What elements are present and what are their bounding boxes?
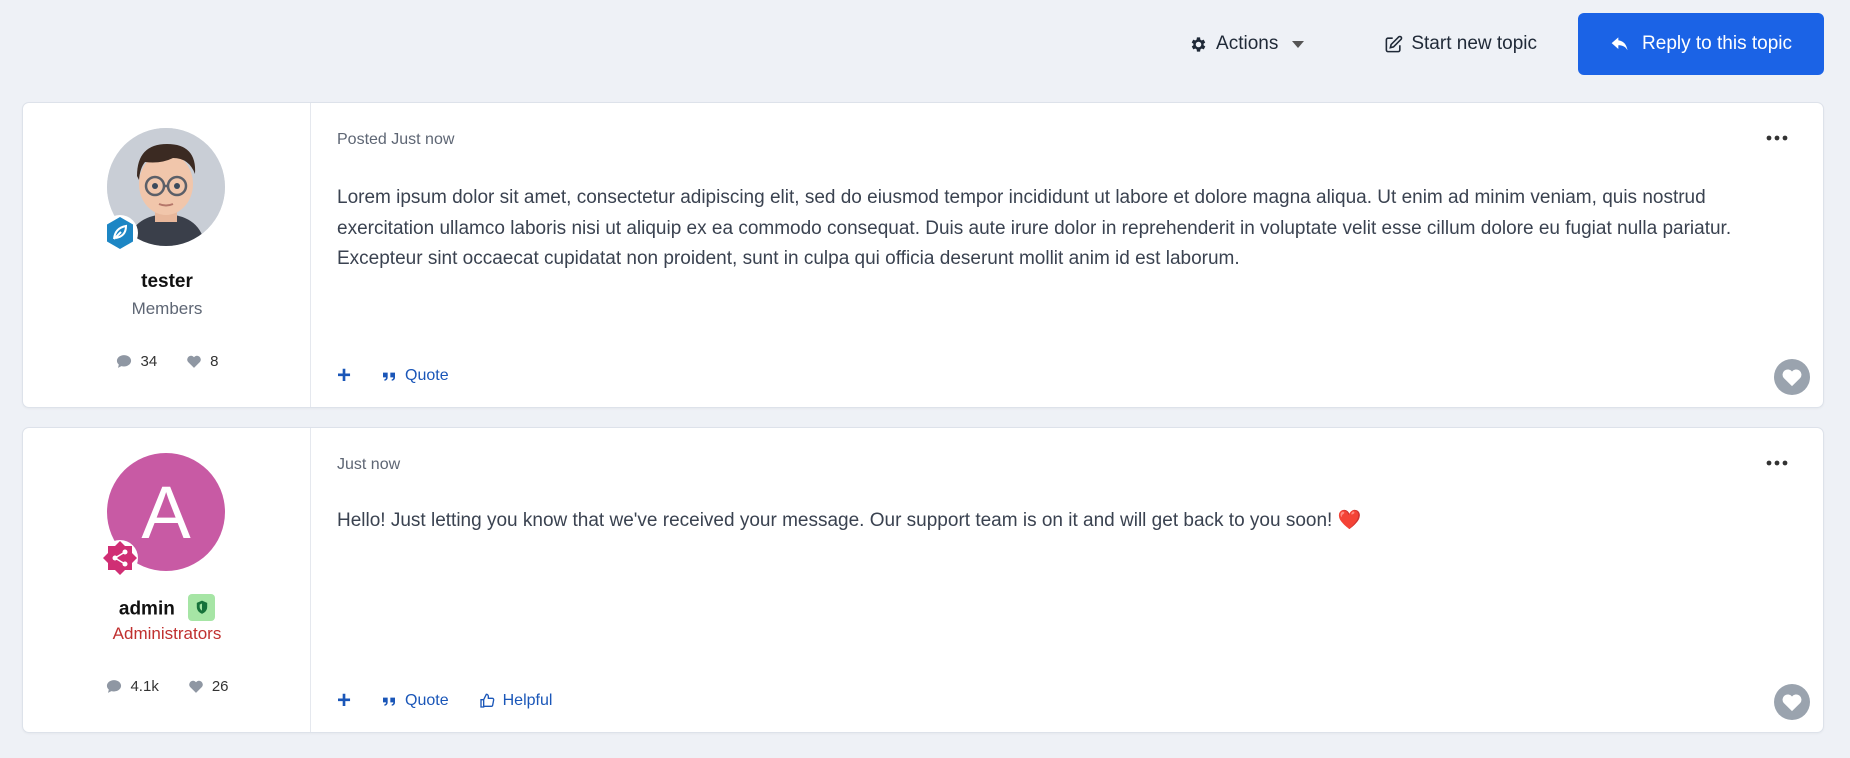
like-count: 26 [187,678,229,695]
quote-icon [383,697,396,706]
comment-icon [107,680,122,693]
like-count: 8 [185,353,219,370]
reply-to-topic-button[interactable]: Reply to this topic [1578,13,1824,75]
author-stats: 4.1k 26 [23,678,311,695]
author-group: Members [131,299,203,318]
heart-icon [187,355,201,368]
post-timestamp[interactable]: Posted Just now [337,131,454,149]
reply-to-topic-label: Reply to this topic [1642,33,1792,54]
actions-label: Actions [1216,33,1279,54]
helpful-button[interactable]: Helpful [479,692,552,710]
heart-icon [189,680,203,693]
multiquote-button[interactable]: + [337,689,351,713]
author-stats: 34 8 [23,353,311,370]
gear-icon [1191,36,1206,52]
heart-icon [1782,694,1802,712]
quote-button[interactable]: Quote [381,367,449,385]
thumbs-up-icon [479,693,494,708]
topic-toolbar: Actions Start new topic Reply to this to… [1149,13,1824,75]
post-actions: + Quote Helpful [337,689,552,713]
post-actions: + Quote [337,364,449,388]
quote-button[interactable]: Quote [381,692,449,710]
start-new-topic-button[interactable]: Start new topic [1344,13,1577,75]
comment-icon [117,355,132,368]
author-group: Administrators [112,624,222,643]
avatar-container [102,128,227,251]
reaction-button[interactable] [1774,359,1810,395]
actions-menu-button[interactable]: Actions [1149,13,1344,75]
shield-icon [188,594,216,621]
start-new-topic-label: Start new topic [1411,33,1538,54]
heart-icon [1782,369,1802,387]
comment-count: 4.1k [105,678,159,695]
author-panel: A admin Administrators 4.1k 26 [23,428,311,732]
multiquote-button[interactable]: + [337,364,351,388]
author-name[interactable]: admin [23,594,311,623]
rank-badge-icon [102,215,138,251]
rank-badge-icon [102,540,138,576]
post-card: tester Members 34 8 Posted Just now Lore… [22,102,1824,408]
post-body: Just now Hello! Just letting you know th… [311,428,1823,732]
chevron-down-icon [1292,40,1305,48]
post-body: Posted Just now Lorem ipsum dolor sit am… [311,103,1823,407]
quote-icon [383,372,396,381]
post-timestamp[interactable]: Just now [337,456,400,474]
author-panel: tester Members 34 8 [23,103,311,407]
post-card: A admin Administrators 4.1k 26 Just now … [22,427,1824,733]
post-content: Lorem ipsum dolor sit amet, consectetur … [337,187,1732,269]
more-options-icon[interactable] [1765,131,1789,145]
comment-count: 34 [115,353,157,370]
more-options-icon[interactable] [1765,456,1789,470]
author-name[interactable]: tester [23,271,311,293]
post-content: Hello! Just letting you know that we've … [337,510,1362,531]
reply-icon [1611,37,1628,51]
reaction-button[interactable] [1774,684,1810,720]
avatar-container: A [102,453,227,576]
edit-icon [1385,35,1403,52]
